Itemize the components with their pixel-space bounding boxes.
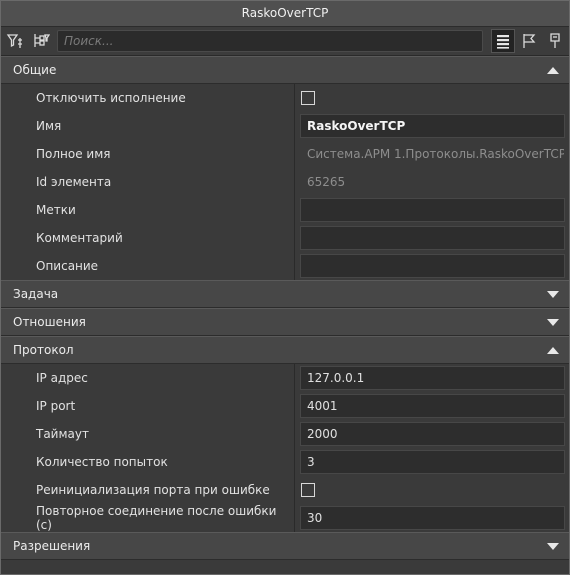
property-label: Комментарий: [36, 231, 123, 245]
toolbar: [1, 27, 569, 56]
section-permissions-header[interactable]: Разрешения: [1, 532, 569, 560]
ip-port-field[interactable]: 4001: [300, 394, 565, 418]
element-id-value: 65265: [307, 175, 346, 189]
property-row: Количество попыток 3: [1, 448, 569, 476]
property-label: Таймаут: [36, 427, 89, 441]
timeout-field[interactable]: 2000: [300, 422, 565, 446]
window-title: RaskoOverTCP: [1, 1, 569, 27]
description-field[interactable]: [300, 254, 565, 278]
section-general-header[interactable]: Общие: [1, 56, 569, 84]
section-task-title: Задача: [13, 287, 59, 301]
section-protocol-header[interactable]: Протокол: [1, 336, 569, 364]
pin-icon[interactable]: [543, 29, 567, 53]
section-general-title: Общие: [13, 63, 57, 77]
ip-address-field[interactable]: 127.0.0.1: [300, 366, 565, 390]
property-row: Полное имя Система.АРМ 1.Протоколы.Rasko…: [1, 140, 569, 168]
tree-filter-icon[interactable]: [29, 29, 53, 53]
property-row: IP port 4001: [1, 392, 569, 420]
property-label: Полное имя: [36, 147, 111, 161]
section-general-rows: Отключить исполнение Имя RaskoOverTCP По…: [1, 84, 569, 280]
port-reinit-checkbox[interactable]: [301, 483, 315, 497]
retry-count-field[interactable]: 3: [300, 450, 565, 474]
property-label: Имя: [36, 119, 62, 133]
property-label: Id элемента: [36, 175, 112, 189]
property-row: Отключить исполнение: [1, 84, 569, 112]
flag-icon[interactable]: [517, 29, 541, 53]
section-task-header[interactable]: Задача: [1, 280, 569, 308]
expand-caret-icon[interactable]: [547, 318, 559, 326]
property-row: Повторное соединение после ошибки (с) 30: [1, 504, 569, 532]
property-label: Повторное соединение после ошибки (с): [36, 504, 277, 532]
property-row: Метки: [1, 196, 569, 224]
property-row: Имя RaskoOverTCP: [1, 112, 569, 140]
search-input[interactable]: [57, 30, 483, 52]
filter-icon[interactable]: [3, 29, 27, 53]
expand-caret-icon[interactable]: [547, 290, 559, 298]
tags-field[interactable]: [300, 198, 565, 222]
section-permissions-title: Разрешения: [13, 539, 91, 553]
disable-execution-checkbox[interactable]: [301, 91, 315, 105]
comment-field[interactable]: [300, 226, 565, 250]
property-row: Таймаут 2000: [1, 420, 569, 448]
property-row: Реинициализация порта при ошибке: [1, 476, 569, 504]
section-relations-header[interactable]: Отношения: [1, 308, 569, 336]
property-label: Описание: [36, 259, 99, 273]
property-row: Описание: [1, 252, 569, 280]
reconnect-delay-field[interactable]: 30: [300, 506, 565, 530]
property-label: IP адрес: [36, 371, 88, 385]
collapse-caret-icon[interactable]: [547, 346, 559, 354]
property-row: IP адрес 127.0.0.1: [1, 364, 569, 392]
property-row: Id элемента 65265: [1, 168, 569, 196]
properties-window: RaskoOverTCP Поиск... Общие Отключить ис…: [0, 0, 570, 575]
property-label: Реинициализация порта при ошибке: [36, 483, 270, 497]
section-relations-title: Отношения: [13, 315, 86, 329]
property-label: IP port: [36, 399, 76, 413]
section-protocol-rows: IP адрес 127.0.0.1 IP port 4001 Таймаут …: [1, 364, 569, 532]
name-field[interactable]: RaskoOverTCP: [300, 114, 565, 138]
property-label: Метки: [36, 203, 76, 217]
property-label: Количество попыток: [36, 455, 168, 469]
full-name-value: Система.АРМ 1.Протоколы.RaskoOverTCP: [307, 147, 565, 161]
list-view-icon[interactable]: [491, 29, 515, 53]
property-label: Отключить исполнение: [36, 91, 186, 105]
section-protocol-title: Протокол: [13, 343, 74, 357]
expand-caret-icon[interactable]: [547, 542, 559, 550]
collapse-caret-icon[interactable]: [547, 66, 559, 74]
property-row: Комментарий: [1, 224, 569, 252]
